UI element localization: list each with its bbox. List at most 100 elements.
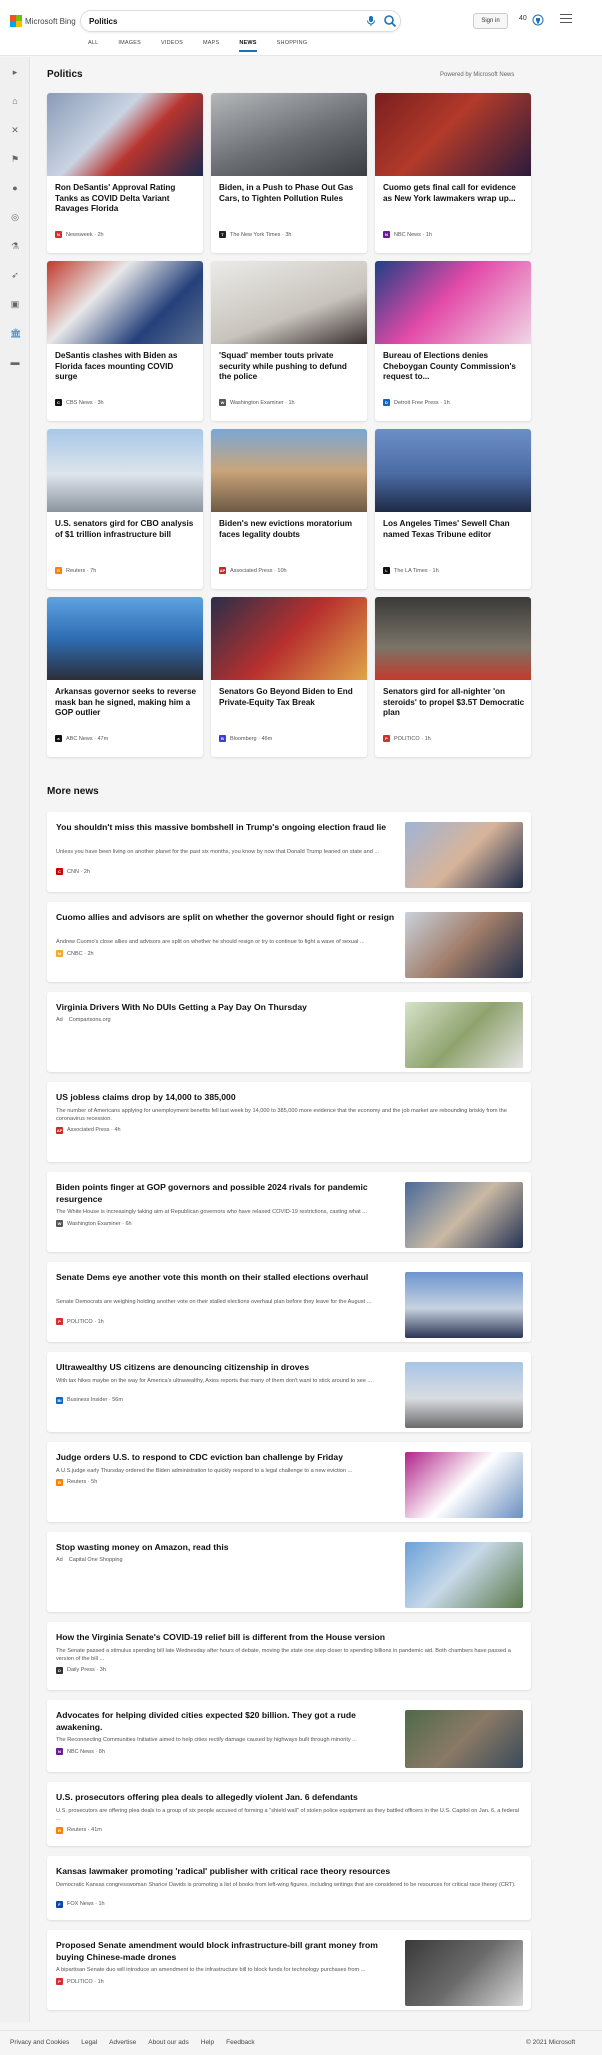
news-card-image[interactable] — [47, 93, 203, 176]
news-item-thumbnail[interactable] — [405, 1542, 523, 1608]
news-card-title[interactable]: U.S. senators gird for CBO analysis of $… — [55, 519, 197, 540]
news-card-title[interactable]: Bureau of Elections denies Cheboygan Cou… — [383, 351, 525, 383]
tab-all[interactable]: ALL — [88, 40, 98, 52]
search-input[interactable] — [89, 14, 349, 29]
search-box[interactable] — [80, 10, 401, 32]
news-item-thumbnail[interactable] — [405, 1710, 523, 1768]
bing-logo[interactable]: Microsoft Bing — [10, 15, 76, 27]
hamburger-menu-icon[interactable] — [560, 14, 572, 24]
news-list-item[interactable]: Ultrawealthy US citizens are denouncing … — [47, 1352, 531, 1432]
news-card-image[interactable] — [375, 597, 531, 680]
news-card[interactable]: U.S. senators gird for CBO analysis of $… — [47, 429, 203, 589]
news-card-image[interactable] — [47, 261, 203, 344]
news-card-image[interactable] — [211, 429, 367, 512]
news-card[interactable]: Senators gird for all-nighter 'on steroi… — [375, 597, 531, 757]
microphone-icon[interactable] — [365, 15, 377, 27]
footer-link-feedback[interactable]: Feedback — [226, 2039, 255, 2046]
news-card-title[interactable]: Biden, in a Push to Phase Out Gas Cars, … — [219, 183, 361, 204]
news-card[interactable]: 'Squad' member touts private security wh… — [211, 261, 367, 421]
news-item-title[interactable]: Biden points finger at GOP governors and… — [56, 1182, 401, 1205]
tab-news[interactable]: NEWS — [239, 40, 257, 52]
news-card-title[interactable]: 'Squad' member touts private security wh… — [219, 351, 361, 383]
news-item-title[interactable]: Advocates for helping divided cities exp… — [56, 1710, 401, 1733]
news-item-thumbnail[interactable] — [405, 912, 523, 978]
rewards-count[interactable]: 40 — [519, 15, 527, 22]
news-card-title[interactable]: Senators gird for all-nighter 'on steroi… — [383, 687, 525, 719]
tab-maps[interactable]: MAPS — [203, 40, 219, 52]
news-item-thumbnail[interactable] — [405, 822, 523, 888]
news-item-thumbnail[interactable] — [405, 1940, 523, 2006]
news-list-item[interactable]: U.S. prosecutors offering plea deals to … — [47, 1782, 531, 1846]
news-item-title[interactable]: Kansas lawmaker promoting 'radical' publ… — [56, 1866, 522, 1878]
news-card-title[interactable]: Los Angeles Times' Sewell Chan named Tex… — [383, 519, 525, 540]
news-item-title[interactable]: Judge orders U.S. to respond to CDC evic… — [56, 1452, 401, 1464]
footer-link-advertise[interactable]: Advertise — [109, 2039, 136, 2046]
flag-icon[interactable]: ⚑ — [10, 154, 20, 164]
politics-building-icon[interactable]: 🏛 — [10, 328, 21, 338]
news-item-title[interactable]: U.S. prosecutors offering plea deals to … — [56, 1792, 522, 1804]
footer-link-legal[interactable]: Legal — [81, 2039, 97, 2046]
news-card[interactable]: DeSantis clashes with Biden as Florida f… — [47, 261, 203, 421]
sponsored-item[interactable]: Virginia Drivers With No DUIs Getting a … — [47, 992, 531, 1072]
news-card-title[interactable]: Senators Go Beyond Biden to End Private-… — [219, 687, 361, 708]
news-card[interactable]: Los Angeles Times' Sewell Chan named Tex… — [375, 429, 531, 589]
news-card[interactable]: Arkansas governor seeks to reverse mask … — [47, 597, 203, 757]
footer-link-privacy[interactable]: Privacy and Cookies — [10, 2039, 69, 2046]
news-list-item[interactable]: You shouldn't miss this massive bombshel… — [47, 812, 531, 892]
news-card-image[interactable] — [211, 261, 367, 344]
news-card[interactable]: Ron DeSantis' Approval Rating Tanks as C… — [47, 93, 203, 253]
footer-link-help[interactable]: Help — [201, 2039, 214, 2046]
news-item-thumbnail[interactable] — [405, 1362, 523, 1428]
footer-link-about-ads[interactable]: About our ads — [148, 2039, 188, 2046]
tab-videos[interactable]: VIDEOS — [161, 40, 183, 52]
sponsored-item[interactable]: Stop wasting money on Amazon, read this A… — [47, 1532, 531, 1612]
news-card-title[interactable]: Cuomo gets final call for evidence as Ne… — [383, 183, 525, 204]
news-item-thumbnail[interactable] — [405, 1182, 523, 1248]
news-list-item[interactable]: Advocates for helping divided cities exp… — [47, 1700, 531, 1772]
tab-images[interactable]: IMAGES — [118, 40, 141, 52]
news-item-title[interactable]: Senate Dems eye another vote this month … — [56, 1272, 401, 1284]
news-card-image[interactable] — [375, 429, 531, 512]
news-item-title[interactable]: US jobless claims drop by 14,000 to 385,… — [56, 1092, 522, 1104]
news-list-item[interactable]: Cuomo allies and advisors are split on w… — [47, 902, 531, 982]
powered-by[interactable]: Powered by Microsoft News — [440, 72, 514, 78]
news-list-item[interactable]: Kansas lawmaker promoting 'radical' publ… — [47, 1856, 531, 1920]
news-card[interactable]: Cuomo gets final call for evidence as Ne… — [375, 93, 531, 253]
news-card-image[interactable] — [47, 597, 203, 680]
news-list-item[interactable]: Proposed Senate amendment would block in… — [47, 1930, 531, 2010]
news-item-thumbnail[interactable] — [405, 1002, 523, 1068]
news-card-image[interactable] — [47, 429, 203, 512]
sports-icon[interactable]: ✕ — [10, 125, 20, 135]
news-item-title[interactable]: You shouldn't miss this massive bombshel… — [56, 822, 401, 834]
expand-chevron-icon[interactable]: ▸ — [10, 67, 20, 77]
news-card-image[interactable] — [211, 597, 367, 680]
news-item-thumbnail[interactable] — [405, 1272, 523, 1338]
news-item-title[interactable]: Proposed Senate amendment would block in… — [56, 1940, 401, 1963]
news-list-item[interactable]: US jobless claims drop by 14,000 to 385,… — [47, 1082, 531, 1162]
news-list-item[interactable]: Senate Dems eye another vote this month … — [47, 1262, 531, 1342]
sign-in-button[interactable]: Sign in — [473, 13, 508, 29]
news-item-title[interactable]: How the Virginia Senate's COVID-19 relie… — [56, 1632, 522, 1644]
news-list-item[interactable]: How the Virginia Senate's COVID-19 relie… — [47, 1622, 531, 1690]
tab-shopping[interactable]: SHOPPING — [277, 40, 308, 52]
news-item-title[interactable]: Ultrawealthy US citizens are denouncing … — [56, 1362, 401, 1374]
news-item-title[interactable]: Stop wasting money on Amazon, read this — [56, 1542, 401, 1554]
rewards-trophy-icon[interactable] — [532, 13, 544, 26]
news-card-image[interactable] — [375, 261, 531, 344]
news-card-image[interactable] — [375, 93, 531, 176]
news-list-item[interactable]: Biden points finger at GOP governors and… — [47, 1172, 531, 1252]
news-card[interactable]: Bureau of Elections denies Cheboygan Cou… — [375, 261, 531, 421]
news-item-title[interactable]: Virginia Drivers With No DUIs Getting a … — [56, 1002, 401, 1014]
news-card-title[interactable]: DeSantis clashes with Biden as Florida f… — [55, 351, 197, 383]
news-card-title[interactable]: Arkansas governor seeks to reverse mask … — [55, 687, 197, 719]
news-item-title[interactable]: Cuomo allies and advisors are split on w… — [56, 912, 401, 924]
news-card-title[interactable]: Ron DeSantis' Approval Rating Tanks as C… — [55, 183, 197, 215]
search-icon[interactable] — [383, 14, 397, 28]
rocket-icon[interactable]: ➶ — [10, 270, 20, 280]
entertainment-icon[interactable]: ▣ — [10, 299, 20, 309]
news-item-thumbnail[interactable] — [405, 1452, 523, 1518]
news-card[interactable]: Biden, in a Push to Phase Out Gas Cars, … — [211, 93, 367, 253]
news-card-image[interactable] — [211, 93, 367, 176]
news-card-title[interactable]: Biden's new evictions moratorium faces l… — [219, 519, 361, 540]
home-icon[interactable]: ⌂ — [10, 96, 20, 106]
